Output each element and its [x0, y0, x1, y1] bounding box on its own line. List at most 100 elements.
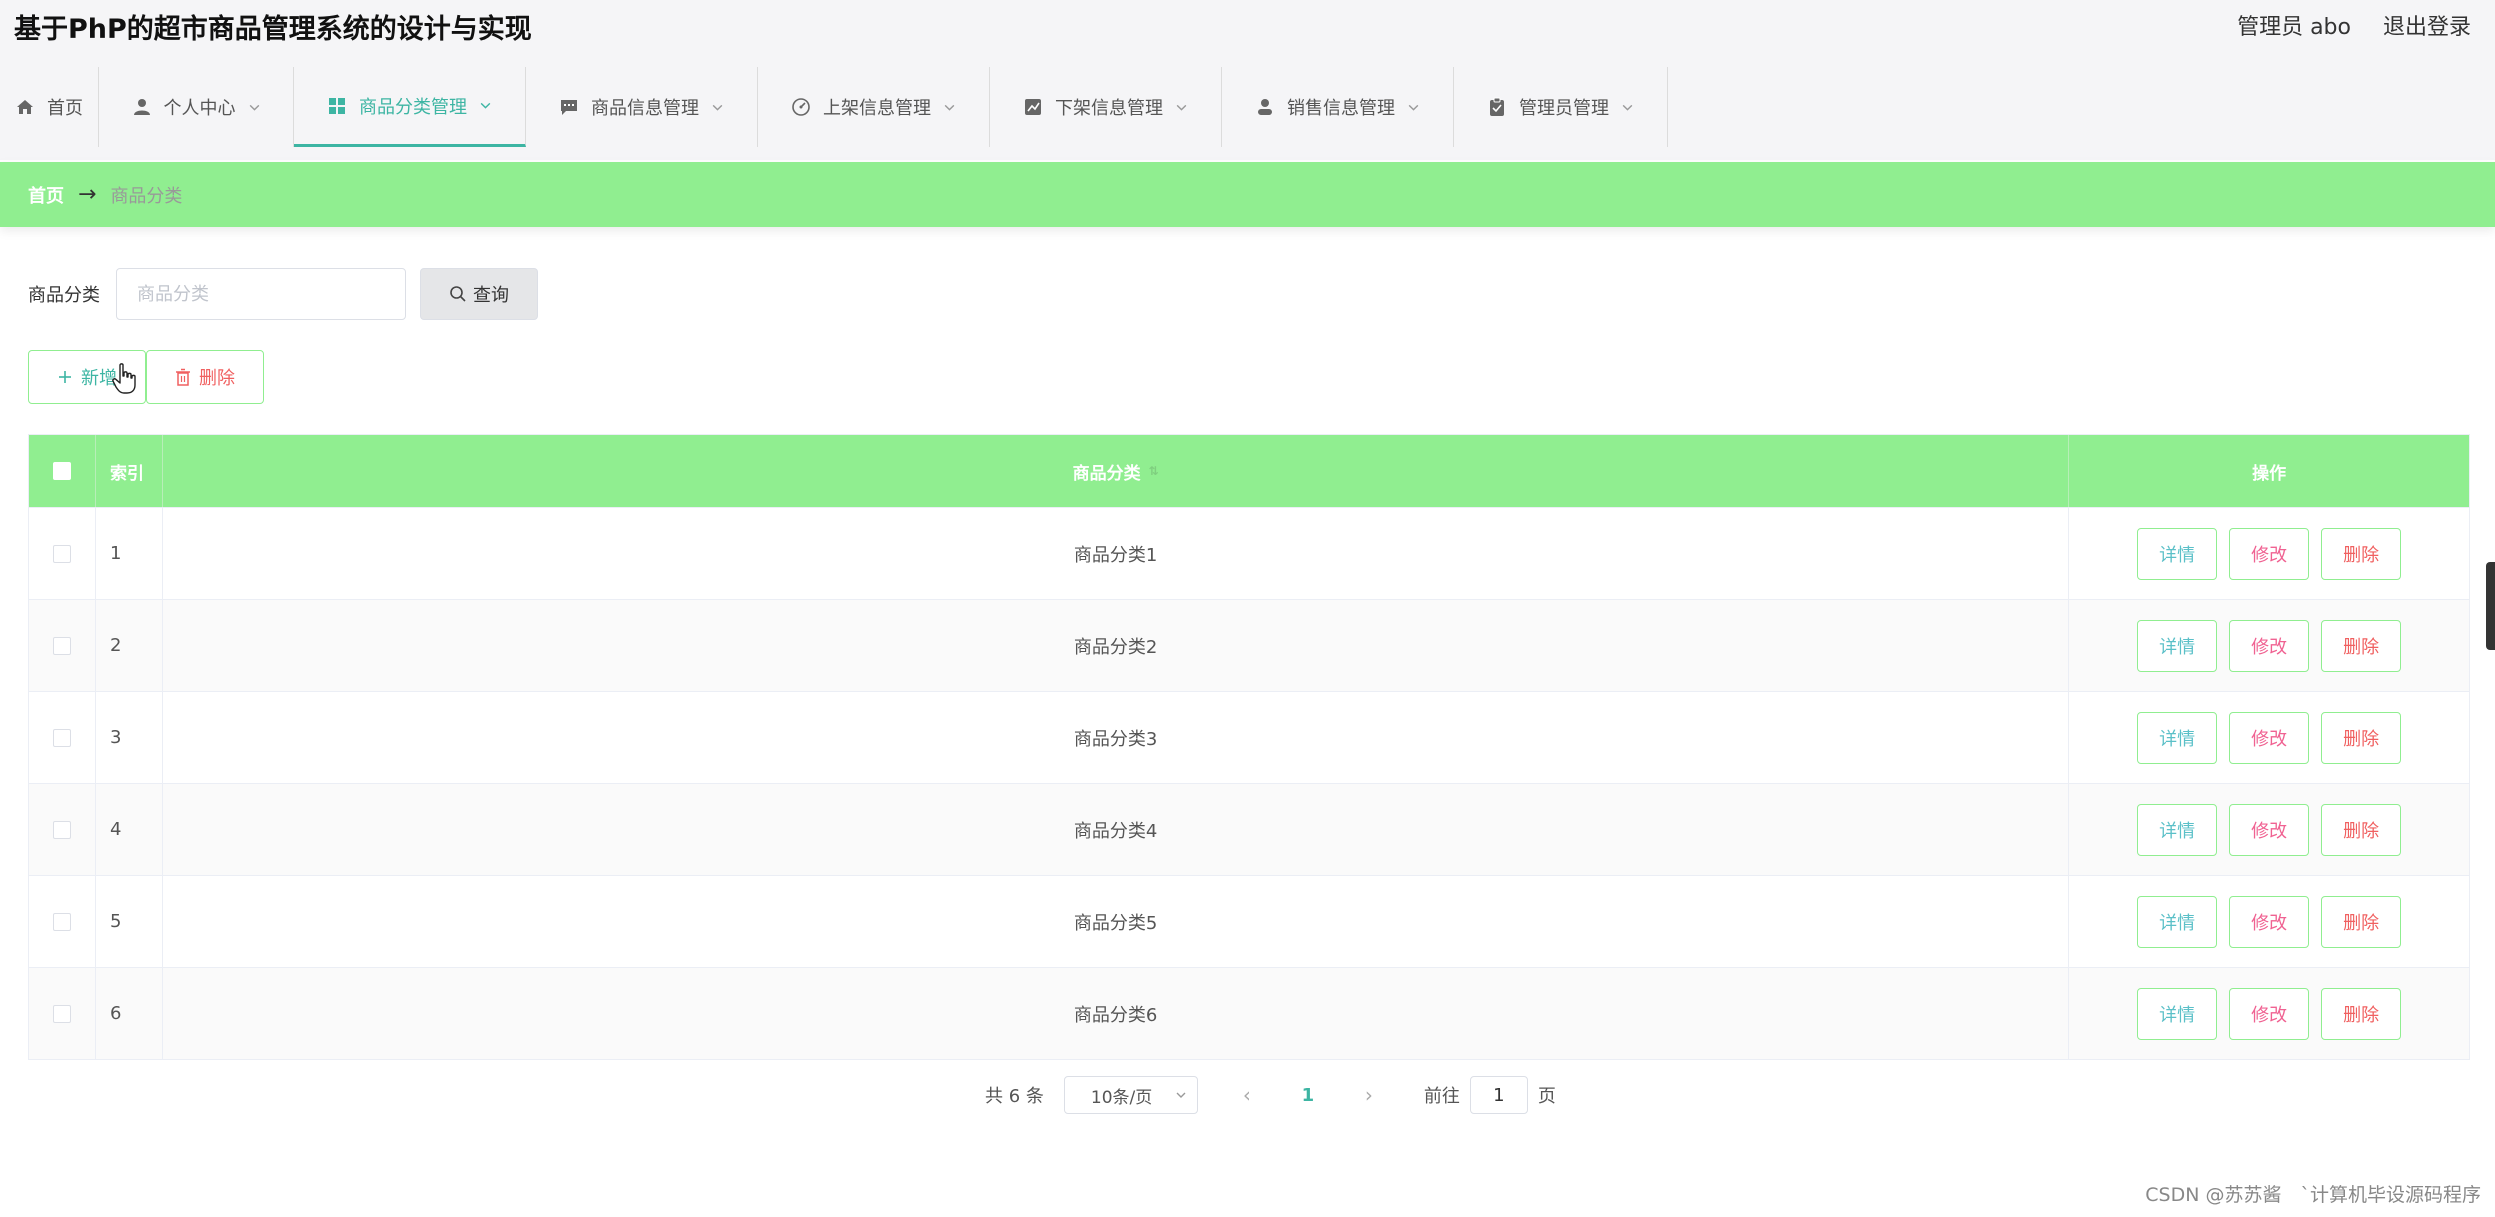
header-category[interactable]: 商品分类 ⇅	[163, 435, 2070, 507]
nav-item-4[interactable]: 商品信息管理	[526, 67, 758, 147]
detail-button[interactable]: 详情	[2137, 987, 2218, 1040]
detail-button[interactable]: 详情	[2137, 711, 2218, 764]
goto-page-input[interactable]	[1469, 1076, 1528, 1114]
page-size-value: 10条/页	[1090, 1087, 1153, 1108]
page-size-select[interactable]: 10条/页	[1063, 1076, 1198, 1114]
table-row: 2 商品分类2 详情 修改 删除	[29, 599, 2469, 691]
nav-item-7[interactable]: 销售信息管理	[1222, 67, 1454, 147]
nav-item-label: 下架信息管理	[1055, 98, 1163, 119]
header-select-cell	[29, 435, 96, 507]
nav-item-label: 销售信息管理	[1287, 98, 1395, 119]
breadcrumb-current: 商品分类	[110, 185, 183, 207]
add-button-label: 新增	[81, 368, 117, 389]
pagination-total: 共 6 条	[985, 1086, 1044, 1107]
chevron-down-icon	[1176, 1092, 1186, 1098]
header-category-label: 商品分类	[1072, 463, 1141, 484]
logout-link[interactable]: 退出登录	[2383, 10, 2471, 46]
admin-user-label: 管理员 abo	[2237, 15, 2351, 40]
next-page-button[interactable]: ›	[1354, 1083, 1384, 1107]
edit-button[interactable]: 修改	[2229, 711, 2310, 764]
row-checkbox[interactable]	[52, 820, 71, 839]
scrollbar-thumb[interactable]	[2486, 562, 2495, 650]
nav-item-8[interactable]: 管理员管理	[1454, 67, 1668, 147]
nav-item-5[interactable]: 上架信息管理	[758, 67, 990, 147]
nav-item-6[interactable]: 下架信息管理	[990, 67, 1222, 147]
edit-button[interactable]: 修改	[2229, 527, 2310, 580]
delete-button[interactable]: 删除	[2321, 895, 2402, 948]
nav-item-label: 上架信息管理	[823, 98, 931, 119]
nav-item-label: 首页	[47, 98, 83, 119]
row-checkbox[interactable]	[52, 912, 71, 931]
breadcrumb-separator: →	[78, 182, 97, 207]
select-all-checkbox[interactable]	[52, 462, 71, 480]
row-actions: 详情 修改 删除	[2069, 600, 2469, 691]
category-table: 索引 商品分类 ⇅ 操作 1 商品分类1 详情 修改 删除 2 商品分类2 详情 修改 删除 3 商品…	[28, 434, 2470, 1060]
nav-item-3[interactable]: 商品分类管理	[294, 67, 526, 147]
table-row: 1 商品分类1 详情 修改 删除	[29, 507, 2469, 599]
nav-item-label: 个人中心	[163, 98, 236, 119]
prev-page-button[interactable]: ‹	[1232, 1083, 1262, 1107]
pagination: 共 6 条 10条/页 ‹ 1 › 前往 页	[985, 1076, 1556, 1114]
detail-button[interactable]: 详情	[2137, 803, 2218, 856]
add-button[interactable]: 新增	[28, 350, 146, 404]
nav-item-label: 商品分类管理	[359, 96, 467, 118]
row-category-name: 商品分类1	[163, 508, 2070, 599]
search-icon	[450, 286, 466, 302]
row-checkbox[interactable]	[52, 636, 71, 655]
header-operation: 操作	[2252, 463, 2287, 484]
search-button[interactable]: 查询	[420, 268, 538, 320]
page-number-current[interactable]: 1	[1288, 1085, 1328, 1106]
nav-item-2[interactable]: 个人中心	[99, 67, 294, 147]
top-nav: 首页 个人中心 商品分类管理 商品信息管理 上架信息管理 下架信息管理 销售信息管理 管理员管…	[0, 67, 1668, 147]
delete-button[interactable]: 删除	[2321, 711, 2402, 764]
person-icon	[1258, 99, 1272, 115]
breadcrumb-home[interactable]: 首页	[28, 182, 64, 208]
delete-button[interactable]: 删除	[2321, 987, 2402, 1040]
nav-item-1[interactable]: 首页	[0, 67, 99, 147]
edit-button[interactable]: 修改	[2229, 619, 2310, 672]
detail-button[interactable]: 详情	[2137, 527, 2218, 580]
clipboard-icon	[1490, 97, 1504, 116]
search-form: 商品分类 查询	[28, 268, 538, 320]
chevron-down-icon	[249, 104, 259, 111]
row-actions: 详情 修改 删除	[2069, 876, 2469, 967]
edit-button[interactable]: 修改	[2229, 987, 2310, 1040]
header-index: 索引	[96, 435, 163, 507]
table-row: 5 商品分类5 详情 修改 删除	[29, 875, 2469, 967]
edit-button[interactable]: 修改	[2229, 803, 2310, 856]
chevron-down-icon	[1622, 104, 1633, 111]
delete-button[interactable]: 删除	[2321, 803, 2402, 856]
row-actions: 详情 修改 删除	[2069, 784, 2469, 875]
search-button-label: 查询	[473, 285, 509, 306]
detail-button[interactable]: 详情	[2137, 619, 2218, 672]
chevron-down-icon	[944, 104, 955, 111]
batch-delete-button[interactable]: 删除	[146, 350, 264, 404]
row-checkbox[interactable]	[52, 728, 71, 747]
row-actions: 详情 修改 删除	[2069, 508, 2469, 599]
row-checkbox[interactable]	[52, 1004, 71, 1023]
row-select-cell	[29, 692, 96, 783]
delete-button[interactable]: 删除	[2321, 619, 2402, 672]
header-user-area: 管理员 abo 退出登录	[2237, 10, 2471, 46]
detail-button[interactable]: 详情	[2137, 895, 2218, 948]
chevron-down-icon	[1408, 104, 1419, 111]
nav-item-label: 商品信息管理	[591, 98, 699, 119]
app-title: 基于PhP的超市商品管理系统的设计与实现	[14, 14, 532, 45]
nav-item-label: 管理员管理	[1519, 98, 1609, 119]
batch-delete-label: 删除	[199, 368, 235, 389]
row-index: 5	[96, 876, 163, 967]
row-checkbox[interactable]	[52, 544, 71, 563]
dashboard-icon	[792, 98, 810, 116]
row-category-name: 商品分类4	[163, 784, 2070, 875]
table-header: 索引 商品分类 ⇅ 操作	[29, 435, 2469, 507]
row-index: 1	[96, 508, 163, 599]
sort-icon[interactable]: ⇅	[1149, 464, 1159, 478]
row-category-name: 商品分类5	[163, 876, 2070, 967]
delete-button[interactable]: 删除	[2321, 527, 2402, 580]
watermark: CSDN @苏苏酱 `计算机毕设源码程序	[2145, 1184, 2481, 1206]
home-icon	[17, 100, 33, 114]
edit-button[interactable]: 修改	[2229, 895, 2310, 948]
row-index: 6	[96, 968, 163, 1059]
chart-icon	[1025, 99, 1041, 115]
category-search-input[interactable]	[116, 268, 406, 320]
